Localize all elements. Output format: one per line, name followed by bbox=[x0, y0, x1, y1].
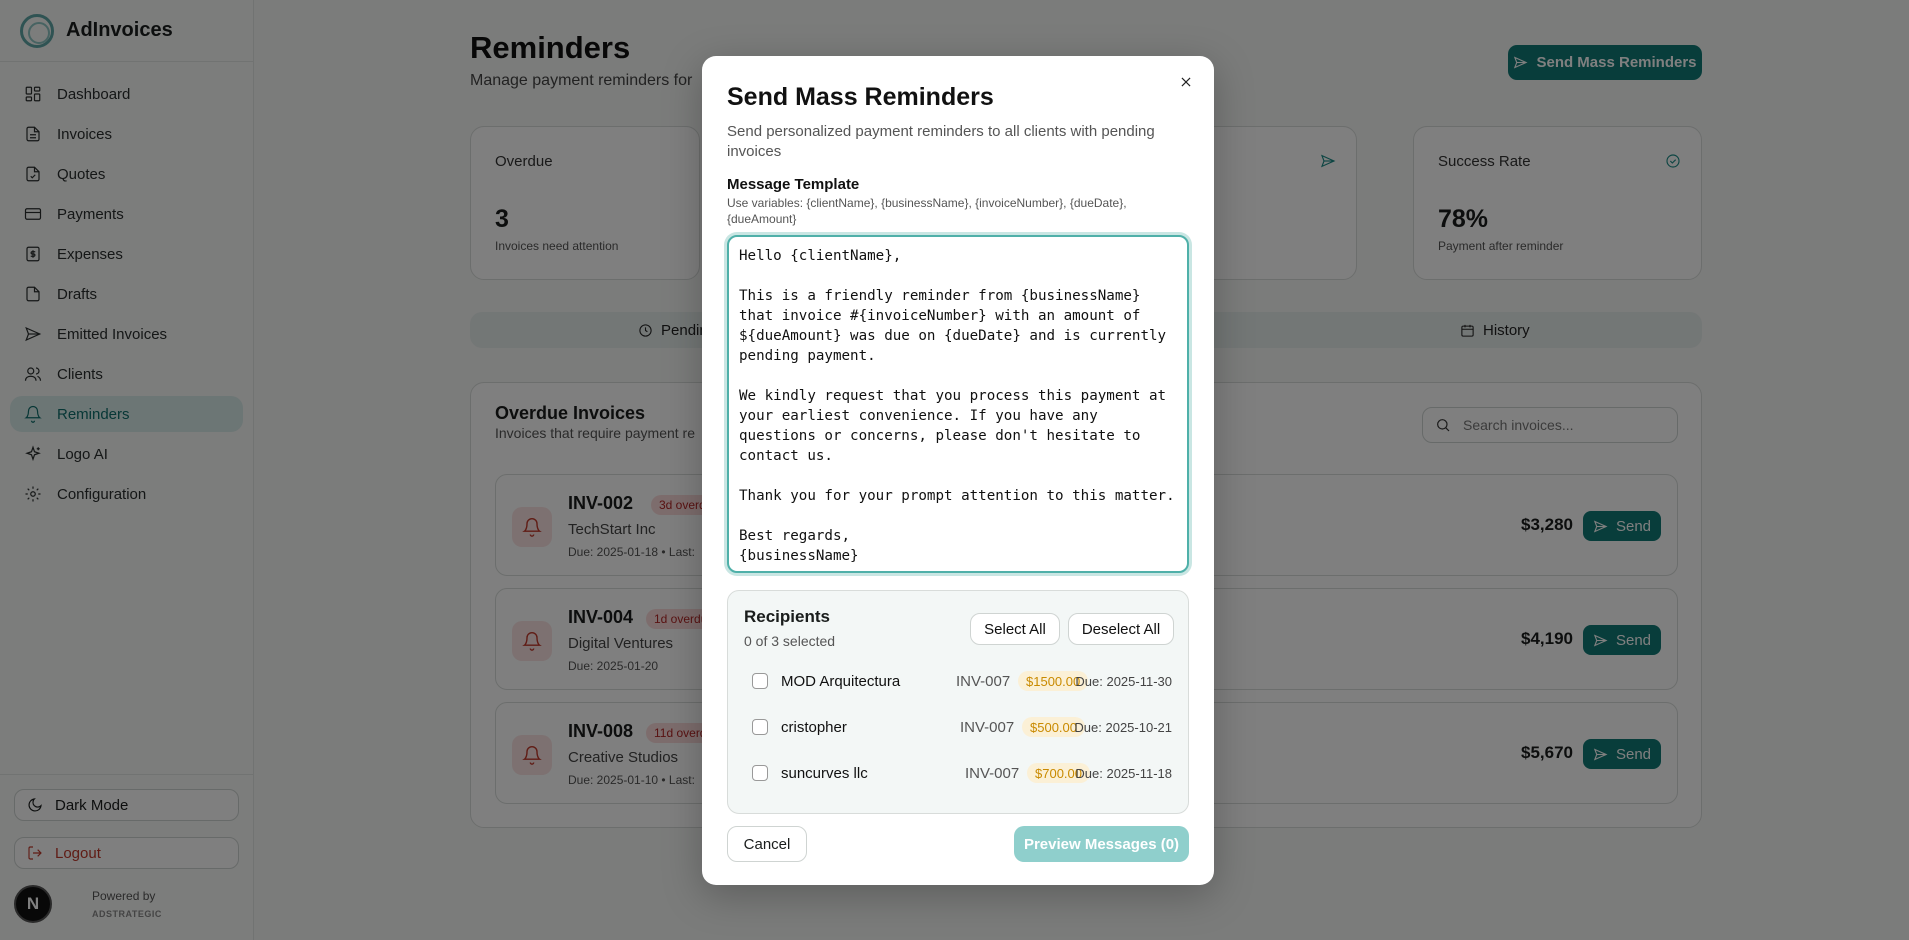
close-icon bbox=[1181, 77, 1191, 87]
recipient-name: MOD Arquitectura bbox=[781, 672, 901, 690]
preview-messages-button[interactable]: Preview Messages (0) bbox=[1014, 826, 1189, 862]
dialog-description: Send personalized payment reminders to a… bbox=[727, 123, 1155, 160]
recipients-count: 0 of 3 selected bbox=[744, 633, 836, 649]
recipient-invoice: INV-007 bbox=[956, 672, 1011, 690]
recipient-checkbox[interactable] bbox=[752, 765, 768, 781]
template-hint: Use variables: {clientName}, {businessNa… bbox=[727, 196, 1127, 226]
recipient-name: suncurves llc bbox=[781, 764, 868, 782]
close-button[interactable] bbox=[1176, 72, 1196, 92]
recipients-title: Recipients bbox=[744, 607, 830, 626]
select-all-button[interactable]: Select All bbox=[970, 613, 1060, 645]
recipient-due: Due: 2025-11-18 bbox=[1075, 765, 1172, 781]
message-template-textarea[interactable]: Hello {clientName}, This is a friendly r… bbox=[727, 235, 1189, 573]
recipient-name: cristopher bbox=[781, 718, 847, 736]
recipient-row[interactable]: MOD Arquitectura INV-007 $1500.00 Due: 2… bbox=[752, 669, 1172, 693]
recipient-due: Due: 2025-10-21 bbox=[1074, 719, 1172, 735]
deselect-all-button[interactable]: Deselect All bbox=[1068, 613, 1174, 645]
recipient-due: Due: 2025-11-30 bbox=[1075, 673, 1172, 689]
template-label: Message Template bbox=[727, 176, 860, 193]
recipient-row[interactable]: suncurves llc INV-007 $700.00 Due: 2025-… bbox=[752, 761, 1172, 785]
send-mass-reminders-dialog: Send Mass Reminders Send personalized pa… bbox=[702, 56, 1214, 885]
recipient-checkbox[interactable] bbox=[752, 673, 768, 689]
cancel-button[interactable]: Cancel bbox=[727, 826, 807, 862]
dialog-title: Send Mass Reminders bbox=[727, 83, 994, 111]
recipients-panel: Recipients 0 of 3 selected Select All De… bbox=[727, 590, 1189, 814]
recipient-invoice: INV-007 bbox=[960, 718, 1015, 736]
recipient-checkbox[interactable] bbox=[752, 719, 768, 735]
recipient-invoice: INV-007 bbox=[965, 764, 1020, 782]
recipient-row[interactable]: cristopher INV-007 $500.00 Due: 2025-10-… bbox=[752, 715, 1172, 739]
